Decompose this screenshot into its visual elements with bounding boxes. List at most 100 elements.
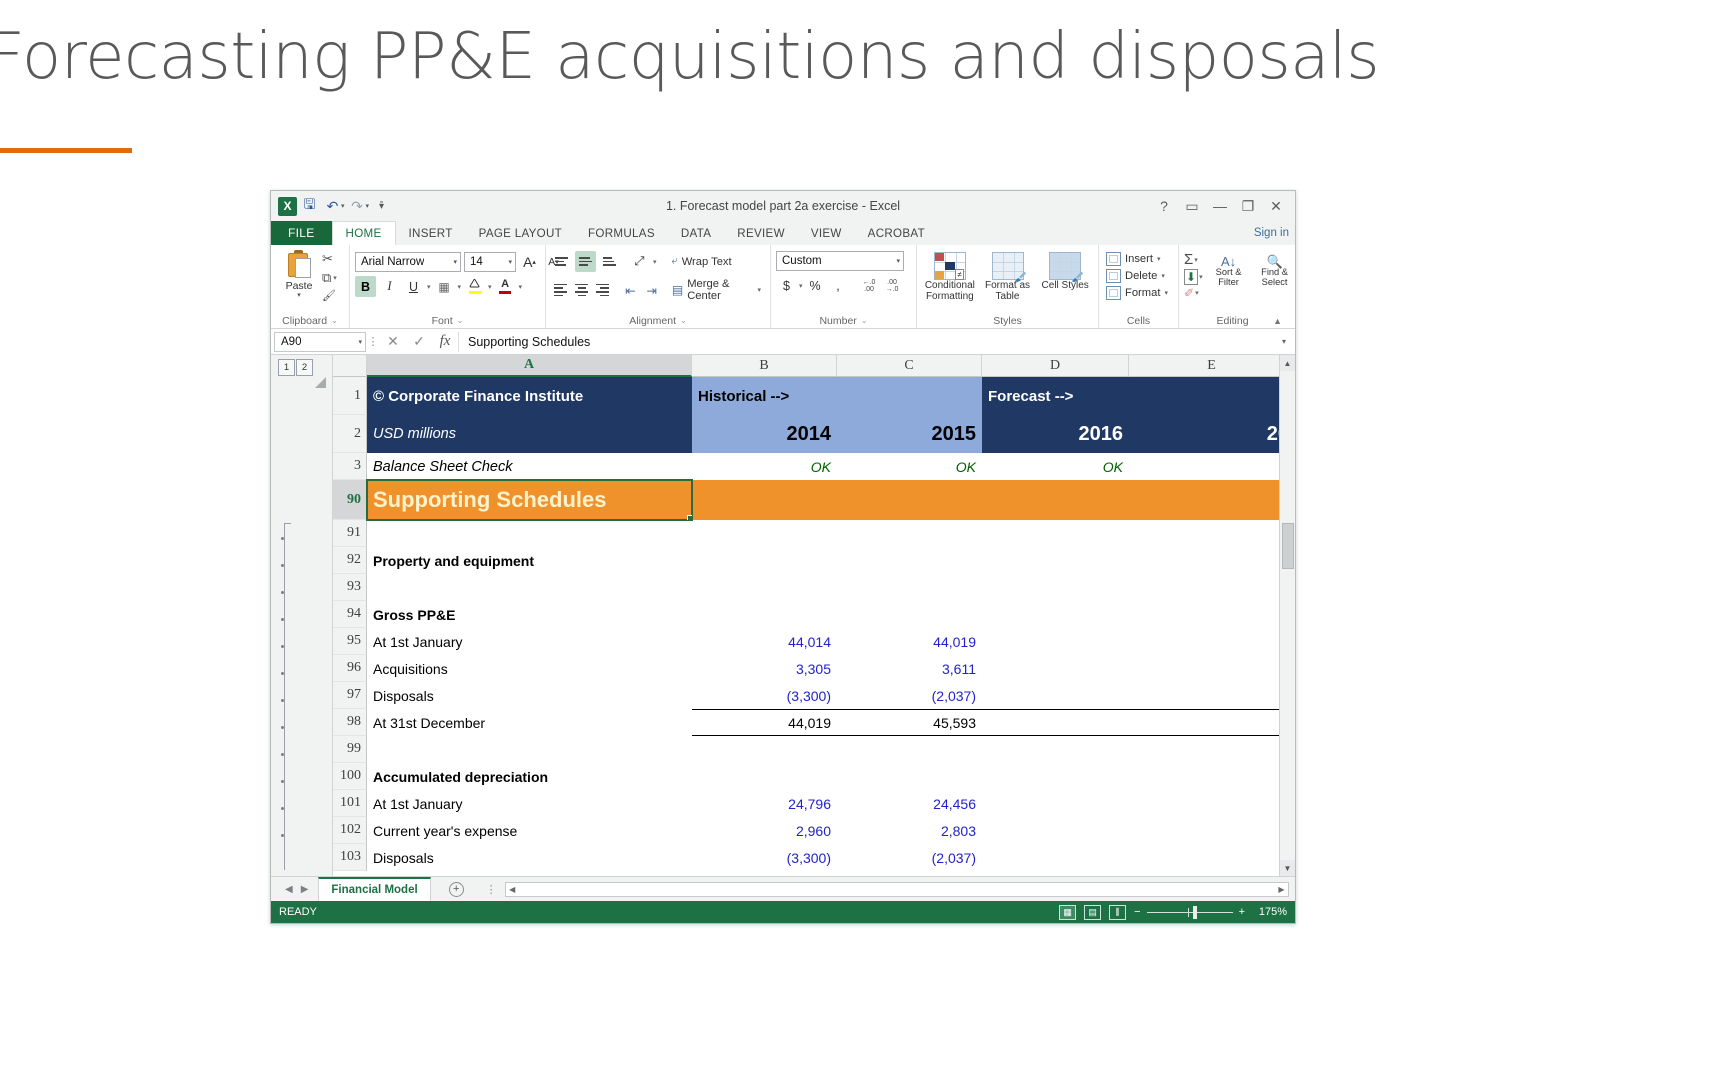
table-row[interactable]: 2 USD millions 2014 2015 2016 20 (333, 415, 1295, 453)
name-box-dropdown-icon[interactable]: ▾ (358, 338, 362, 346)
cell-c97[interactable]: (2,037) (837, 682, 982, 709)
undo-icon[interactable]: ↶ (322, 196, 343, 217)
zoom-level-label[interactable]: 175% (1253, 906, 1287, 918)
cell-a97[interactable]: Disposals (367, 682, 692, 709)
cell-a93[interactable] (367, 574, 692, 601)
cell-e92[interactable] (1129, 547, 1295, 574)
fill-color-dropdown-icon[interactable]: ▾ (488, 283, 492, 291)
italic-button[interactable]: I (379, 276, 400, 297)
wrap-text-button[interactable]: ⤶ Wrap Text (668, 253, 736, 270)
tab-split-handle[interactable]: ⋮ (486, 883, 497, 896)
align-top-icon[interactable] (551, 251, 572, 272)
number-dialog-launcher[interactable]: ⌄ (861, 316, 868, 325)
row-header[interactable]: 3 (333, 453, 367, 480)
find-select-button[interactable]: 🔍 Find & Select (1253, 255, 1297, 287)
conditional-formatting-button[interactable]: ≠ Conditional Formatting (922, 250, 978, 302)
scroll-down-button[interactable]: ▼ (1279, 860, 1295, 876)
cell-b1[interactable]: Historical --> (692, 377, 837, 415)
underline-dropdown-icon[interactable]: ▾ (427, 283, 431, 291)
cell-b99[interactable] (692, 736, 837, 763)
format-cells-button[interactable]: Format ▾ (1104, 285, 1170, 301)
align-right-icon[interactable] (594, 280, 612, 301)
cancel-icon[interactable]: ✕ (380, 333, 406, 350)
row-header-corner[interactable] (333, 355, 367, 377)
font-name-dropdown-icon[interactable]: ▾ (449, 258, 457, 266)
cell-c3[interactable]: OK (837, 453, 982, 480)
cell-b95[interactable]: 44,014 (692, 628, 837, 655)
ribbon-display-options-button[interactable]: ▭ (1179, 195, 1205, 217)
cell-a102[interactable]: Current year's expense (367, 817, 692, 844)
cell-e95[interactable] (1129, 628, 1295, 655)
cell-d98[interactable] (982, 709, 1129, 736)
orientation-icon[interactable]: ⤢ (629, 251, 650, 272)
cell-c94[interactable] (837, 601, 982, 628)
borders-dropdown-icon[interactable]: ▾ (458, 283, 462, 291)
orientation-dropdown-icon[interactable]: ▾ (653, 258, 657, 266)
cell-e103[interactable] (1129, 844, 1295, 871)
scroll-right-button[interactable]: ▶ (1275, 885, 1288, 894)
cell-e98[interactable] (1129, 709, 1295, 736)
delete-cells-button[interactable]: Delete ▾ (1104, 268, 1170, 284)
row-header[interactable]: 99 (333, 736, 367, 763)
cell-c92[interactable] (837, 547, 982, 574)
row-header[interactable]: 91 (333, 520, 367, 547)
undo-dropdown-icon[interactable]: ▾ (341, 202, 345, 210)
cell-a1[interactable]: © Corporate Finance Institute (367, 377, 692, 415)
table-row[interactable]: 92 Property and equipment (333, 547, 1295, 574)
horizontal-scrollbar[interactable]: ◀ ▶ (504, 881, 1289, 897)
minimize-button[interactable]: — (1207, 195, 1233, 217)
cell-d101[interactable] (982, 790, 1129, 817)
cell-b93[interactable] (692, 574, 837, 601)
merge-dropdown-icon[interactable]: ▾ (757, 286, 761, 294)
cell-e94[interactable] (1129, 601, 1295, 628)
tab-acrobat[interactable]: ACROBAT (855, 221, 938, 245)
scroll-left-button[interactable]: ◀ (506, 885, 519, 894)
row-header[interactable]: 93 (333, 574, 367, 601)
clear-dropdown-icon[interactable]: ▾ (1195, 289, 1199, 297)
format-dropdown-icon[interactable]: ▾ (1164, 289, 1168, 297)
accounting-dropdown-icon[interactable]: ▾ (799, 282, 803, 290)
cell-b3[interactable]: OK (692, 453, 837, 480)
cell-d95[interactable] (982, 628, 1129, 655)
cell-c99[interactable] (837, 736, 982, 763)
clipboard-dialog-launcher[interactable]: ⌄ (331, 316, 338, 325)
cell-a2[interactable]: USD millions (367, 415, 692, 453)
cut-icon[interactable]: ✂ (322, 251, 337, 267)
zoom-in-button[interactable]: + (1239, 906, 1245, 918)
formula-input[interactable]: Supporting Schedules (458, 331, 1276, 352)
cell-b101[interactable]: 24,796 (692, 790, 837, 817)
cell-d97[interactable] (982, 682, 1129, 709)
tab-data[interactable]: DATA (668, 221, 724, 245)
cell-c2[interactable]: 2015 (837, 415, 982, 453)
font-size-combo[interactable]: 14 ▾ (464, 251, 516, 272)
autosum-button[interactable]: Σ ▾ (1184, 251, 1203, 268)
format-as-table-button[interactable]: Format as Table (980, 250, 1036, 302)
formula-bar-options-icon[interactable]: ⋮ (366, 335, 380, 348)
cell-c101[interactable]: 24,456 (837, 790, 982, 817)
font-name-combo[interactable]: Arial Narrow ▾ (355, 251, 461, 272)
cell-d93[interactable] (982, 574, 1129, 601)
table-row[interactable]: 96 Acquisitions 3,305 3,611 (333, 655, 1295, 682)
sign-in-link[interactable]: Sign in (1254, 221, 1295, 245)
font-color-dropdown-icon[interactable]: ▾ (519, 283, 523, 291)
customize-qat-icon[interactable]: ▾̄ (371, 196, 392, 217)
column-header-d[interactable]: D (982, 355, 1129, 377)
number-format-combo[interactable]: Custom ▾ (776, 251, 904, 271)
percent-format-icon[interactable]: % (805, 275, 826, 296)
align-middle-icon[interactable] (575, 251, 596, 272)
cell-b91[interactable] (692, 520, 837, 547)
cell-c96[interactable]: 3,611 (837, 655, 982, 682)
row-header[interactable]: 1 (333, 377, 367, 415)
table-row[interactable]: 1 © Corporate Finance Institute Historic… (333, 377, 1295, 415)
cell-d90[interactable] (982, 480, 1129, 520)
merge-center-button[interactable]: ▤ Merge & Center ▾ (668, 276, 765, 304)
row-header[interactable]: 90 (333, 480, 367, 520)
increase-indent-icon[interactable]: ⇥ (643, 280, 661, 301)
cell-b100[interactable] (692, 763, 837, 790)
cell-a101[interactable]: At 1st January (367, 790, 692, 817)
font-size-dropdown-icon[interactable]: ▾ (504, 258, 512, 266)
table-row[interactable]: 95 At 1st January 44,014 44,019 (333, 628, 1295, 655)
font-color-icon[interactable]: A (495, 276, 516, 297)
tab-home[interactable]: HOME (331, 221, 396, 245)
comma-format-icon[interactable]: , (828, 275, 849, 296)
